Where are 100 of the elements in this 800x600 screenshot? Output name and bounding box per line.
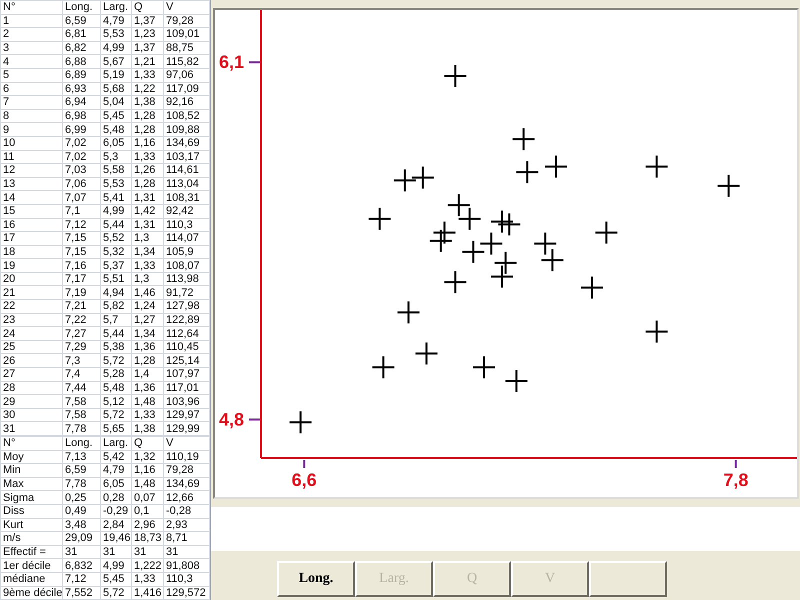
- table-cell: 1,416: [132, 586, 164, 600]
- table-cell: 5,51: [100, 272, 132, 286]
- table-cell: Max: [0, 477, 62, 491]
- column-header: V: [164, 436, 210, 450]
- column-button[interactable]: Long.: [277, 561, 355, 597]
- table-cell: 2,93: [164, 518, 210, 532]
- cross-marker: [480, 232, 502, 255]
- table-cell: 1,34: [132, 326, 164, 340]
- table-cell: 7,58: [62, 394, 100, 408]
- table-cell: 1,38: [132, 422, 164, 436]
- cross-marker: [444, 271, 466, 294]
- table-cell: 8: [0, 109, 62, 123]
- cross-marker: [372, 356, 394, 378]
- table-cell: 30: [0, 408, 62, 422]
- table-cell: 4,99: [100, 41, 132, 55]
- table-cell: 7,03: [62, 164, 100, 178]
- table-cell: 5,04: [100, 96, 132, 110]
- table-cell: 127,98: [164, 300, 210, 314]
- cross-marker: [646, 156, 668, 178]
- table-cell: 6,94: [62, 96, 100, 110]
- table-cell: 88,75: [164, 41, 210, 55]
- table-cell: 3,48: [62, 518, 100, 532]
- table-cell: 1,36: [132, 381, 164, 395]
- table-cell: 5,41: [100, 190, 132, 204]
- table-cell: 1,28: [132, 177, 164, 191]
- table-cell: 108,31: [164, 190, 210, 204]
- table-cell: 1,38: [132, 96, 164, 110]
- table-cell: 6: [0, 82, 62, 96]
- cross-marker: [544, 156, 567, 178]
- table-cell: 1,33: [132, 68, 164, 82]
- table-cell: 105,9: [164, 245, 210, 259]
- table-cell: 4,94: [100, 286, 132, 300]
- table-cell: 6,89: [62, 68, 100, 82]
- table-cell: 103,17: [164, 150, 210, 164]
- table-cell: 0,25: [62, 490, 100, 504]
- table-cell: 7,19: [62, 286, 100, 300]
- table-cell: 9: [0, 122, 62, 136]
- table-cell: 0,1: [132, 504, 164, 518]
- table-cell: 7,16: [62, 258, 100, 272]
- table-cell: Effectif =: [0, 545, 62, 559]
- table-cell: 25: [0, 340, 62, 354]
- table-cell: 7,21: [62, 300, 100, 314]
- tick-mark: [249, 418, 260, 421]
- table-cell: 0,28: [100, 490, 132, 504]
- table-cell: 110,3: [164, 218, 210, 232]
- table-cell: 1: [0, 14, 62, 28]
- table-cell: 1,28: [132, 109, 164, 123]
- cross-marker: [718, 174, 740, 197]
- table-cell: 18: [0, 245, 62, 259]
- table-cell: 5,52: [100, 232, 132, 246]
- cross-marker: [494, 252, 517, 274]
- table-cell: 1,222: [132, 558, 164, 572]
- table-cell: 92,42: [164, 204, 210, 218]
- table-cell: 1,28: [132, 354, 164, 368]
- table-cell: 4,99: [100, 558, 132, 572]
- cross-marker: [473, 356, 496, 378]
- table-cell: 1,48: [132, 394, 164, 408]
- table-cell: 91,72: [164, 286, 210, 300]
- table-cell: 7,3: [62, 354, 100, 368]
- table-cell: m/s: [0, 532, 62, 546]
- cross-marker: [290, 411, 312, 434]
- table-cell: 5,72: [100, 408, 132, 422]
- table-cell: 114,07: [164, 232, 210, 246]
- table-cell: 5,67: [100, 54, 132, 68]
- table-cell: 23: [0, 313, 62, 327]
- cross-marker: [368, 208, 391, 230]
- table-cell: 5,68: [100, 82, 132, 96]
- table-cell: 110,19: [164, 450, 210, 464]
- table-cell: 107,97: [164, 368, 210, 382]
- table-cell: 134,69: [164, 477, 210, 491]
- table-cell: 5,53: [100, 28, 132, 42]
- tick-label: 4,8: [219, 410, 244, 430]
- table-cell: médiane: [0, 572, 62, 586]
- table-cell: 5,44: [100, 218, 132, 232]
- table-cell: 18,73: [132, 532, 164, 546]
- table-cell: 5,53: [100, 177, 132, 191]
- table-cell: 19: [0, 258, 62, 272]
- table-cell: 1,37: [132, 14, 164, 28]
- cross-marker: [433, 222, 456, 244]
- table-cell: Min: [0, 464, 62, 478]
- table-cell: -0,29: [100, 504, 132, 518]
- column-header: N°: [0, 0, 62, 14]
- table-cell: 5: [0, 68, 62, 82]
- table-cell: 1,24: [132, 300, 164, 314]
- table-cell: 5,3: [100, 150, 132, 164]
- table-cell: 14: [0, 190, 62, 204]
- table-cell: -0,28: [164, 504, 210, 518]
- table-cell: 4,99: [100, 204, 132, 218]
- table-cell: Kurt: [0, 518, 62, 532]
- cross-marker: [516, 161, 538, 184]
- table-cell: 5,7: [100, 313, 132, 327]
- table-cell: 4,79: [100, 464, 132, 478]
- blank-button[interactable]: [589, 561, 667, 597]
- table-cell: 129,97: [164, 408, 210, 422]
- column-header: V: [164, 0, 210, 14]
- table-cell: 0,07: [132, 490, 164, 504]
- table-cell: 5,42: [100, 450, 132, 464]
- table-cell: 0,49: [62, 504, 100, 518]
- table-cell: 1,4: [132, 368, 164, 382]
- table-cell: 1,27: [132, 313, 164, 327]
